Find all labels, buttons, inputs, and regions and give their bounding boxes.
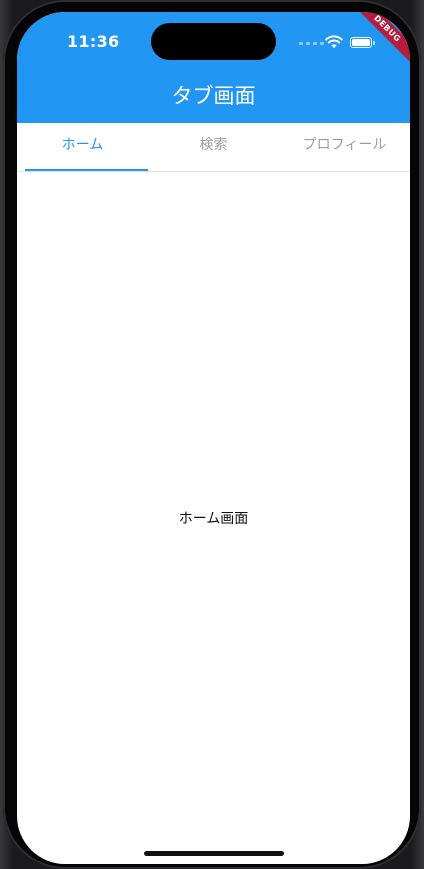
page-title: タブ画面 <box>171 84 256 108</box>
tab-bar: ホーム 検索 プロフィール <box>17 123 410 172</box>
tab-profile-label: プロフィール <box>302 137 387 153</box>
tab-search-label: 検索 <box>199 137 228 153</box>
tab-profile[interactable]: プロフィール <box>279 123 410 171</box>
tab-indicator <box>25 169 148 171</box>
tab-search[interactable]: 検索 <box>148 123 279 171</box>
device-frame: 11:36 DEBUG タブ画面 ホーム 検索 プロフィール ホーム画面 <box>0 0 424 869</box>
home-screen-text: ホーム画面 <box>178 511 249 527</box>
dynamic-island <box>151 23 276 60</box>
battery-icon <box>350 37 375 48</box>
status-time: 11:36 <box>67 32 120 51</box>
home-indicator[interactable] <box>144 851 284 856</box>
tab-home-label: ホーム <box>61 137 104 153</box>
phone-screen: 11:36 DEBUG タブ画面 ホーム 検索 プロフィール ホーム画面 <box>17 12 410 864</box>
signal-dots-icon <box>299 42 324 45</box>
app-bar: 11:36 DEBUG タブ画面 <box>17 12 410 123</box>
tab-home[interactable]: ホーム <box>17 123 148 171</box>
wifi-icon <box>325 35 343 49</box>
